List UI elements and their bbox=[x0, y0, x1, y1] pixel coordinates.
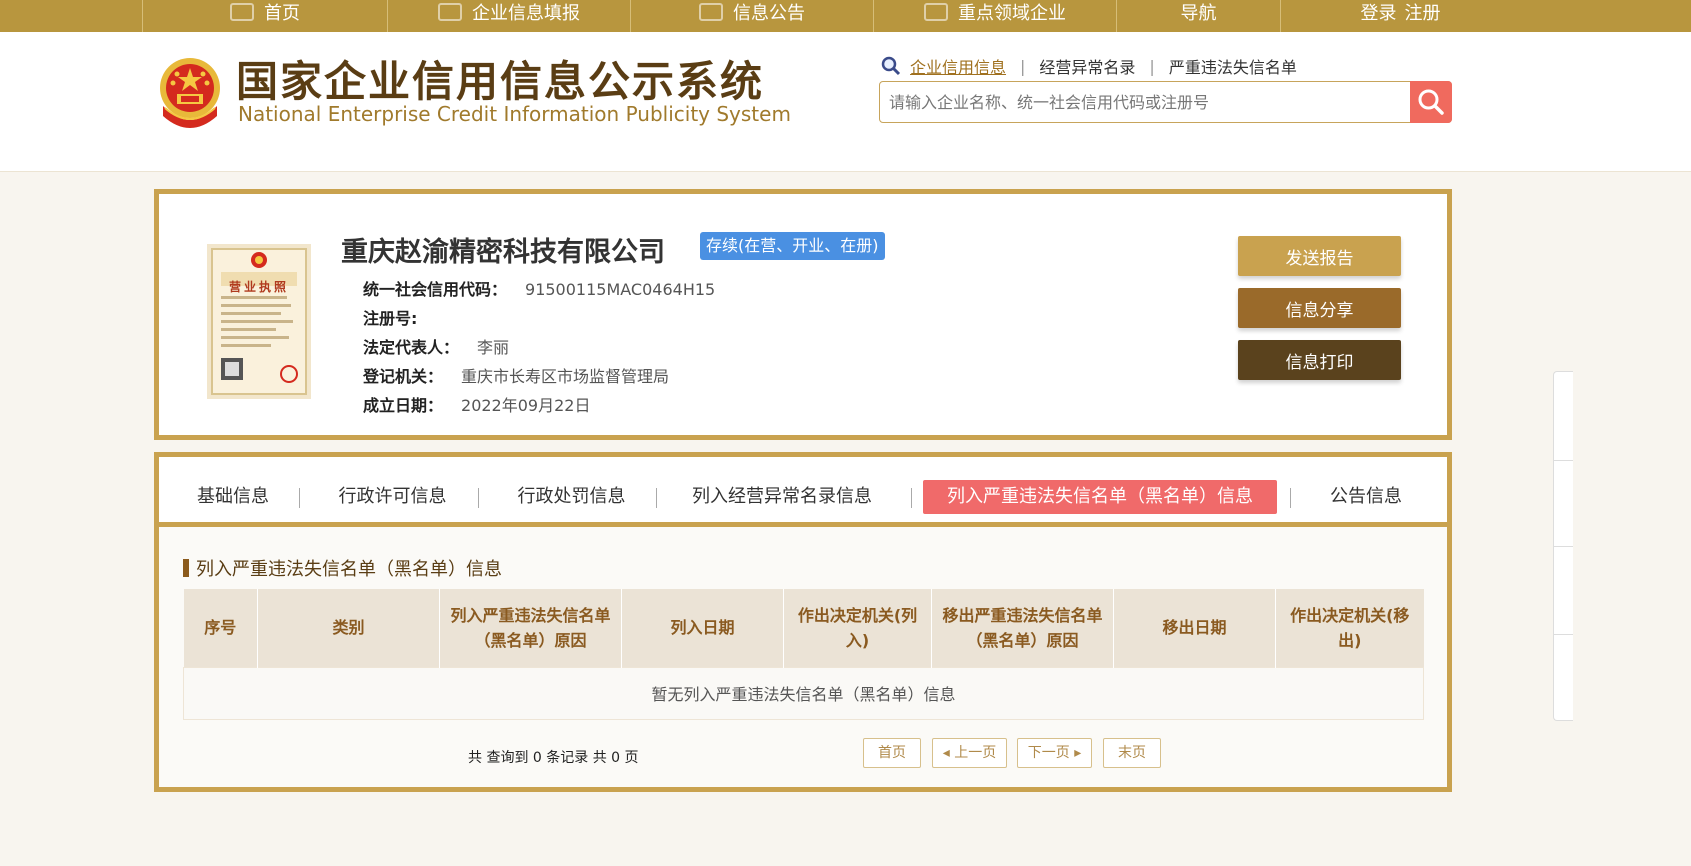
table-header-row: 序号 类别 列入严重违法失信名单（黑名单）原因 列入日期 作出决定机关(列入) … bbox=[183, 589, 1424, 667]
login-link[interactable]: 登录 bbox=[1361, 0, 1397, 25]
search-icon bbox=[1418, 89, 1444, 115]
tab-separator bbox=[299, 488, 300, 508]
info-value: 重庆市长寿区市场监督管理局 bbox=[461, 367, 670, 386]
site-title-cn: 国家企业信用信息公示系统 bbox=[236, 57, 765, 106]
nav-item-label: 首页 bbox=[264, 3, 300, 24]
info-reg-authority: 登记机关： 重庆市长寿区市场监督管理局 bbox=[363, 363, 669, 387]
info-value: 91500115MAC0464H15 bbox=[525, 280, 716, 299]
tab-admin-penalty[interactable]: 行政处罚信息 bbox=[504, 480, 639, 514]
section-title-text: 列入严重违法失信名单（黑名单）信息 bbox=[196, 559, 502, 580]
tab-blacklist[interactable]: 列入严重违法失信名单（黑名单）信息 bbox=[923, 480, 1277, 514]
speaker-icon bbox=[924, 3, 948, 21]
next-page-button[interactable]: 下一页 ▸ bbox=[1017, 738, 1092, 768]
column-header: 移出严重违法失信名单（黑名单）原因 bbox=[931, 589, 1114, 667]
info-label: 法定代表人： bbox=[363, 338, 460, 357]
prev-page-button[interactable]: ◂ 上一页 bbox=[932, 738, 1007, 768]
tab-separator bbox=[656, 488, 657, 508]
status-badge: 存续(在营、开业、在册) bbox=[700, 232, 885, 260]
monitor-icon bbox=[230, 3, 254, 21]
info-label: 统一社会信用代码： bbox=[363, 280, 508, 299]
section-title: 列入严重违法失信名单（黑名单）信息 bbox=[183, 555, 502, 581]
info-value: 李丽 bbox=[477, 338, 510, 357]
blacklist-section: 列入严重违法失信名单（黑名单）信息 序号 类别 列入严重违法失信名单（黑名单）原… bbox=[159, 527, 1447, 787]
info-label: 登记机关： bbox=[363, 367, 444, 386]
title-marker bbox=[183, 559, 189, 577]
send-report-button[interactable]: 发送报告 bbox=[1238, 236, 1401, 276]
search-icon bbox=[881, 56, 901, 76]
search-input[interactable] bbox=[880, 82, 1410, 122]
nav-item-announcement[interactable]: 信息公告 bbox=[630, 0, 873, 32]
tab-separator bbox=[911, 488, 912, 508]
tab-abnormal-list[interactable]: 列入经营异常名录信息 bbox=[682, 480, 882, 514]
site-title-en: National Enterprise Credit Information P… bbox=[238, 102, 791, 126]
prev-page-label: 上一页 bbox=[954, 745, 997, 761]
column-header: 移出日期 bbox=[1113, 589, 1276, 667]
link-separator: | bbox=[1020, 56, 1026, 76]
tab-separator bbox=[478, 488, 479, 508]
nav-item-report[interactable]: 企业信息填报 bbox=[387, 0, 630, 32]
pen-icon bbox=[438, 3, 462, 21]
column-header: 列入严重违法失信名单（黑名单）原因 bbox=[439, 589, 622, 667]
chevron-right-icon: ▸ bbox=[1069, 745, 1082, 761]
search-link-blacklist[interactable]: 严重违法失信名单 bbox=[1169, 54, 1297, 78]
search-type-links: 企业信用信息 | 经营异常名录 | 严重违法失信名单 bbox=[880, 54, 1297, 78]
tab-announcement[interactable]: 公告信息 bbox=[1316, 480, 1416, 514]
info-label: 注册号: bbox=[363, 309, 418, 328]
tab-admin-license[interactable]: 行政许可信息 bbox=[325, 480, 460, 514]
pager-summary: 共 查询到 0 条记录 共 0 页 bbox=[468, 750, 639, 766]
side-toolbar-fragment[interactable] bbox=[1553, 371, 1573, 721]
share-info-button[interactable]: 信息分享 bbox=[1238, 288, 1401, 328]
site-header: 国家企业信用信息公示系统 National Enterprise Credit … bbox=[0, 32, 1691, 172]
info-credit-code: 统一社会信用代码： 91500115MAC0464H15 bbox=[363, 276, 715, 300]
blacklist-table: 序号 类别 列入严重违法失信名单（黑名单）原因 列入日期 作出决定机关(列入) … bbox=[183, 589, 1424, 720]
register-link[interactable]: 注册 bbox=[1405, 0, 1441, 25]
company-name: 重庆赵渝精密科技有限公司 bbox=[341, 237, 665, 268]
nav-item-label: 企业信息填报 bbox=[472, 3, 580, 24]
column-header: 序号 bbox=[183, 589, 258, 667]
info-value: 2022年09月22日 bbox=[461, 396, 591, 415]
info-legal-rep: 法定代表人： 李丽 bbox=[363, 334, 509, 358]
column-header: 列入日期 bbox=[621, 589, 784, 667]
toolbar-divider bbox=[1554, 546, 1573, 547]
column-header: 作出决定机关(列入) bbox=[783, 589, 932, 667]
search-link-credit[interactable]: 企业信用信息 bbox=[910, 54, 1006, 78]
info-established: 成立日期： 2022年09月22日 bbox=[363, 392, 590, 416]
column-header: 类别 bbox=[257, 589, 440, 667]
empty-message: 暂无列入严重违法失信名单（黑名单）信息 bbox=[183, 666, 1424, 720]
national-emblem-icon bbox=[160, 58, 220, 128]
first-page-button[interactable]: 首页 bbox=[863, 738, 921, 768]
top-nav-bar: 首页 企业信息填报 信息公告 重点领域企业 导航 登录 注册 bbox=[0, 0, 1691, 32]
toolbar-divider bbox=[1554, 460, 1573, 461]
next-page-label: 下一页 bbox=[1027, 745, 1070, 761]
nav-item-navigation[interactable]: 导航 bbox=[1116, 0, 1280, 32]
nav-item-key-sector[interactable]: 重点领域企业 bbox=[873, 0, 1116, 32]
nav-item-label: 导航 bbox=[1180, 3, 1217, 24]
last-page-button[interactable]: 末页 bbox=[1103, 738, 1161, 768]
info-label: 成立日期： bbox=[363, 396, 444, 415]
search-box bbox=[879, 81, 1452, 123]
chevron-left-icon: ◂ bbox=[942, 745, 955, 761]
tab-separator bbox=[1290, 488, 1291, 508]
link-separator: | bbox=[1149, 56, 1155, 76]
tab-basic-info[interactable]: 基础信息 bbox=[183, 480, 283, 514]
print-info-button[interactable]: 信息打印 bbox=[1238, 340, 1401, 380]
column-header: 作出决定机关(移出) bbox=[1275, 589, 1424, 667]
nav-item-label: 信息公告 bbox=[733, 3, 805, 24]
info-tabs-panel: 基础信息 行政许可信息 行政处罚信息 列入经营异常名录信息 列入严重违法失信名单… bbox=[154, 452, 1452, 792]
info-reg-no: 注册号: bbox=[363, 305, 435, 329]
nav-item-label: 重点领域企业 bbox=[958, 3, 1066, 24]
company-card: 营业执照 重庆赵渝精密科技有限公司 存续(在营、开业、在册) 统一社会信用代码：… bbox=[154, 189, 1452, 440]
login-register: 登录 注册 bbox=[1280, 0, 1520, 32]
tab-bar: 基础信息 行政许可信息 行政处罚信息 列入经营异常名录信息 列入严重违法失信名单… bbox=[159, 457, 1447, 527]
business-license-icon bbox=[207, 244, 311, 399]
search-link-abnormal[interactable]: 经营异常名录 bbox=[1039, 54, 1135, 78]
toolbar-divider bbox=[1554, 634, 1573, 635]
document-icon bbox=[699, 3, 723, 21]
license-title-text: 营业执照 bbox=[229, 280, 290, 294]
nav-item-home[interactable]: 首页 bbox=[142, 0, 387, 32]
table-row: 暂无列入严重违法失信名单（黑名单）信息 bbox=[183, 666, 1424, 720]
search-button[interactable] bbox=[1410, 81, 1452, 123]
